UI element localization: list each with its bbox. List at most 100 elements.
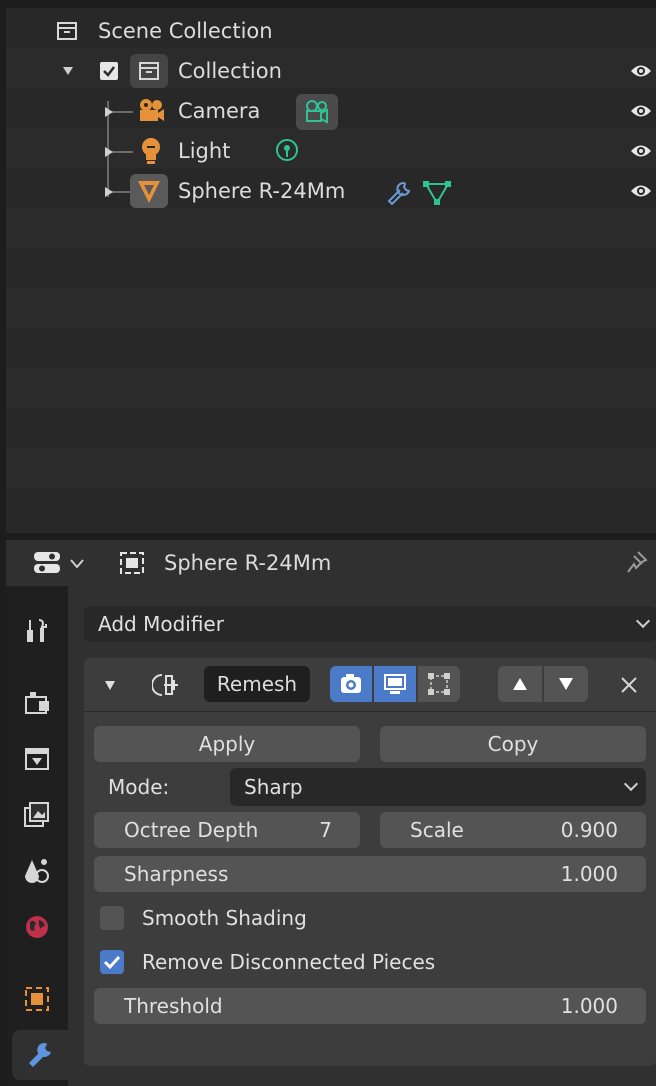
scale-label: Scale	[410, 818, 464, 842]
threshold-field[interactable]: Threshold 1.000	[94, 988, 646, 1024]
outliner-row-scene-collection[interactable]: Scene Collection	[6, 11, 656, 51]
checkmark-icon	[103, 955, 121, 970]
collection-label: Collection	[178, 59, 282, 83]
octree-depth-value: 7	[319, 818, 332, 842]
expand-arrow-icon[interactable]	[104, 186, 114, 198]
tab-tool[interactable]	[12, 606, 62, 656]
apply-button[interactable]: Apply	[94, 726, 360, 762]
render-icon	[25, 692, 49, 714]
threshold-label: Threshold	[124, 994, 223, 1018]
smooth-shading-row[interactable]: Smooth Shading	[84, 900, 656, 936]
expand-arrow-icon[interactable]	[104, 106, 114, 118]
object-props-icon	[25, 987, 49, 1011]
sharpness-label: Sharpness	[124, 862, 229, 886]
wrench-icon	[29, 1042, 51, 1067]
move-up-button[interactable]	[498, 666, 542, 702]
modifier-name: Remesh	[216, 672, 298, 696]
collapse-triangle-icon[interactable]	[104, 679, 116, 691]
threshold-value: 1.000	[560, 994, 618, 1018]
tab-object[interactable]	[12, 974, 62, 1024]
outliner-row-light[interactable]: Light	[6, 131, 656, 171]
smooth-shading-label: Smooth Shading	[142, 906, 307, 930]
modifier-name-field[interactable]: Remesh	[204, 666, 310, 702]
move-down-button[interactable]	[544, 666, 588, 702]
mesh-object-icon	[138, 181, 160, 203]
chevron-down-icon	[70, 559, 84, 569]
render-toggle[interactable]	[330, 666, 372, 702]
world-icon	[26, 916, 48, 938]
octree-depth-field[interactable]: Octree Depth 7	[94, 812, 360, 848]
scale-field[interactable]: Scale 0.900	[380, 812, 646, 848]
tab-modifiers[interactable]	[12, 1030, 68, 1080]
add-modifier-dropdown[interactable]: Add Modifier	[84, 606, 656, 642]
object-name: Sphere R-24Mm	[164, 551, 332, 575]
outliner-row-sphere[interactable]: Sphere R-24Mm	[6, 171, 656, 211]
mode-label: Mode:	[108, 775, 170, 799]
tab-world[interactable]	[12, 902, 62, 952]
scale-value: 0.900	[560, 818, 618, 842]
scene-collection-icon	[57, 22, 77, 40]
expand-arrow-icon[interactable]	[104, 146, 114, 158]
light-data-icon[interactable]	[274, 138, 300, 166]
camera-render-icon	[341, 674, 361, 693]
arrow-down-icon	[559, 678, 573, 690]
outliner-row-collection[interactable]: Collection	[6, 51, 656, 91]
pin-icon[interactable]	[624, 550, 648, 576]
remove-disconnected-label: Remove Disconnected Pieces	[142, 950, 436, 974]
output-icon	[25, 748, 49, 770]
modifier-panel: Remesh Apply Copy Mode: Sharp Octree Dep…	[84, 658, 656, 1066]
close-icon[interactable]	[620, 676, 638, 694]
scene-icon	[25, 859, 49, 883]
remesh-modifier-icon	[152, 674, 178, 696]
view-layer-icon	[24, 802, 49, 827]
visibility-eye-icon[interactable]	[630, 142, 652, 160]
copy-button[interactable]: Copy	[380, 726, 646, 762]
camera-label: Camera	[178, 99, 261, 123]
smooth-shading-checkbox[interactable]	[100, 906, 124, 930]
properties-main: Add Modifier Remesh Apply Copy Mode: Sha…	[68, 586, 656, 1086]
camera-data-icon	[306, 100, 328, 124]
modifier-wrench-icon[interactable]	[386, 180, 412, 206]
checkmark-icon	[103, 66, 115, 77]
viewport-toggle[interactable]	[374, 666, 416, 702]
tab-output[interactable]	[12, 734, 62, 784]
mode-value: Sharp	[244, 775, 303, 799]
camera-object-icon	[140, 99, 164, 121]
octree-depth-label: Octree Depth	[124, 818, 259, 842]
sharpness-value: 1.000	[560, 862, 618, 886]
collection-checkbox[interactable]	[100, 62, 118, 80]
chevron-down-icon	[635, 613, 651, 629]
expand-triangle-icon[interactable]	[62, 66, 74, 76]
edit-mode-icon	[428, 673, 450, 695]
editor-type-selector[interactable]	[28, 548, 88, 578]
properties-tab-bar	[6, 586, 68, 1086]
outliner-row-camera[interactable]: Camera	[6, 91, 656, 131]
tab-view-layer[interactable]	[12, 790, 62, 840]
add-modifier-label: Add Modifier	[98, 612, 224, 636]
remove-disconnected-row[interactable]: Remove Disconnected Pieces	[84, 944, 656, 980]
light-label: Light	[178, 139, 231, 163]
visibility-eye-icon[interactable]	[630, 62, 652, 80]
monitor-icon	[384, 674, 406, 694]
scene-collection-label: Scene Collection	[98, 19, 273, 43]
properties-header: Sphere R-24Mm	[6, 540, 656, 586]
sharpness-field[interactable]: Sharpness 1.000	[94, 856, 646, 892]
modifier-header: Remesh	[84, 658, 656, 712]
tab-scene[interactable]	[12, 846, 62, 896]
collection-icon	[139, 62, 159, 80]
editmode-toggle[interactable]	[418, 666, 460, 702]
visibility-eye-icon[interactable]	[630, 182, 652, 200]
tab-render[interactable]	[12, 678, 62, 728]
light-object-icon	[142, 138, 160, 164]
sphere-label: Sphere R-24Mm	[178, 179, 346, 203]
camera-data-button[interactable]	[296, 94, 338, 130]
outliner-panel: Scene Collection Collection Camera Light…	[6, 8, 656, 533]
remove-disconnected-checkbox[interactable]	[100, 950, 124, 974]
properties-editor-icon	[34, 552, 60, 573]
arrow-up-icon	[513, 678, 527, 690]
tool-icon	[27, 619, 47, 642]
object-icon	[120, 552, 144, 574]
mesh-data-icon[interactable]	[422, 180, 452, 206]
mode-dropdown[interactable]: Sharp	[230, 768, 646, 806]
visibility-eye-icon[interactable]	[630, 102, 652, 120]
